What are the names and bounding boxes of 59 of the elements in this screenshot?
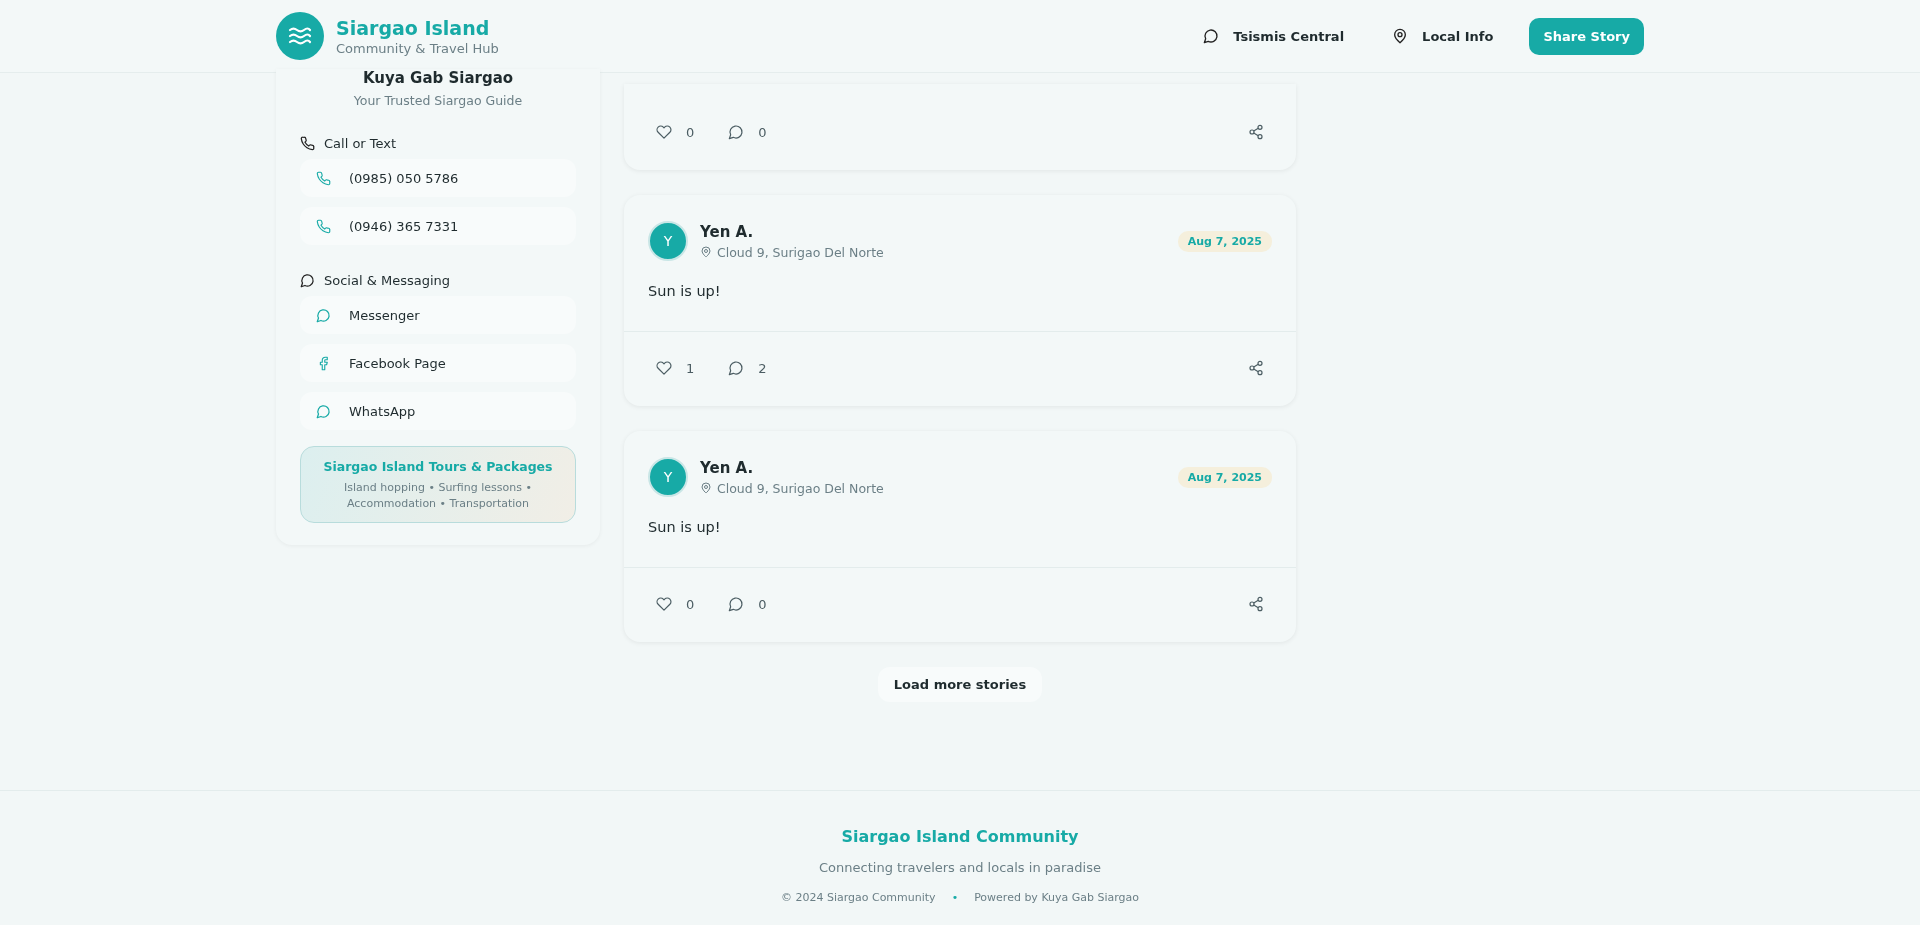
- promo-title: Siargao Island Tours & Packages: [322, 459, 554, 474]
- section-heading: Social & Messaging: [324, 273, 451, 288]
- share-icon: [1248, 124, 1264, 140]
- load-more-button[interactable]: Load more stories: [877, 667, 1043, 702]
- heart-icon: [656, 124, 672, 140]
- share-icon: [1248, 596, 1264, 612]
- promo-text: Island hopping • Surfing lessons • Accommodation • Transportation: [343, 480, 533, 512]
- site-subtitle: Community & Travel Hub: [336, 40, 499, 56]
- chat-bubble-icon: [300, 273, 315, 288]
- author-name: Yen A.: [700, 222, 755, 241]
- section-heading: Call or Text: [324, 136, 397, 151]
- nav-link[interactable]: Tsismis Central: [1191, 20, 1357, 52]
- share-button[interactable]: [1248, 124, 1264, 140]
- like-button[interactable]: 1: [656, 360, 695, 376]
- contact-link[interactable]: (0946) 365 7331: [300, 207, 576, 245]
- contact-link[interactable]: (0985) 050 5786: [300, 159, 576, 197]
- heart-icon: [656, 596, 672, 612]
- comment-button[interactable]: 0: [728, 596, 767, 612]
- footer-title: Siargao Island Community: [840, 827, 1080, 846]
- post-location: Cloud 9, Surigao Del Norte: [717, 480, 884, 496]
- nav-link[interactable]: Local Info: [1380, 20, 1506, 52]
- like-button[interactable]: 0: [656, 596, 695, 612]
- chat-bubble-icon: [728, 360, 745, 376]
- map-pin-icon: [700, 246, 712, 258]
- chat-bubble-icon: [316, 403, 331, 419]
- share-button[interactable]: [1248, 360, 1264, 376]
- waves-logo-icon: [276, 12, 324, 60]
- phone-icon: [316, 170, 331, 186]
- chat-bubble-icon: [1203, 28, 1220, 44]
- date-badge: Aug 7, 2025: [1177, 230, 1272, 252]
- phone-icon: [316, 218, 331, 234]
- avatar: Y: [648, 221, 688, 261]
- post-location: Cloud 9, Surigao Del Norte: [717, 244, 884, 260]
- post-text: Sun is up!: [624, 497, 1296, 568]
- powered-by-text: Powered by Kuya Gab Siargao: [974, 891, 1140, 904]
- like-button[interactable]: 0: [656, 124, 695, 140]
- chat-bubble-icon: [316, 307, 331, 323]
- copyright-text: © 2024 Siargao Community: [780, 891, 936, 904]
- map-pin-icon: [700, 482, 712, 494]
- map-pin-icon: [1392, 28, 1409, 44]
- author-name: Yen A.: [700, 458, 755, 477]
- chat-bubble-icon: [728, 124, 745, 140]
- comment-button[interactable]: 2: [728, 360, 767, 376]
- guide-tagline: Your Trusted Siargao Guide: [352, 93, 524, 108]
- separator-dot: •: [951, 891, 959, 904]
- contact-link[interactable]: WhatsApp: [300, 392, 576, 430]
- footer-tagline: Connecting travelers and locals in paradise: [818, 860, 1102, 875]
- post-text: Sun is up!: [624, 261, 1296, 332]
- avatar: Y: [648, 457, 688, 497]
- date-badge: Aug 7, 2025: [1177, 466, 1272, 488]
- contact-link[interactable]: Facebook Page: [300, 344, 576, 382]
- share-button[interactable]: [1248, 596, 1264, 612]
- comment-button[interactable]: 0: [728, 124, 767, 140]
- contact-link[interactable]: Messenger: [300, 296, 576, 334]
- phone-icon: [300, 136, 315, 151]
- heart-icon: [656, 360, 672, 376]
- share-icon: [1248, 360, 1264, 376]
- chat-bubble-icon: [728, 596, 745, 612]
- guide-name: Kuya Gab Siargao: [361, 69, 515, 87]
